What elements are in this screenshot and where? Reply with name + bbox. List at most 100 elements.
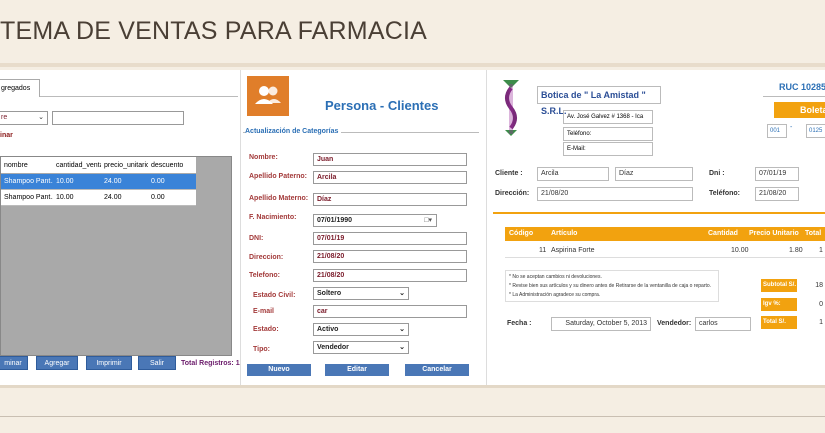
tipo-label: Tipo: [253,346,270,353]
vendedor-field[interactable]: carlos [695,317,751,331]
igv-value: 0 [819,301,823,308]
serie-field[interactable]: 001 [767,124,787,138]
chevron-down-icon: ⌄ [399,326,405,333]
chevron-down-icon: ⌄ [399,344,405,351]
nacimiento-field[interactable]: 07/01/1990 □▾ [313,214,437,227]
persona-form-panel: Persona - Clientes Actualización de Cate… [240,70,480,385]
grid-header: nombre cantidad_venta precio_unitario de… [1,157,196,174]
agregar-button[interactable]: Agregar [36,356,78,370]
chevron-down-icon: ⌄ [399,290,405,297]
subtotal-value: 18 [815,282,823,289]
company-address: Av. José Galvez # 1368 - Ica [563,110,653,124]
imprimir-button[interactable]: Imprimir [86,356,132,370]
calendar-icon[interactable]: □▾ [424,215,432,226]
filter-select-value: re [1,114,8,121]
apellido-paterno-field[interactable]: Arcila [313,171,467,184]
cliente-apellido-field[interactable]: Díaz [615,167,693,181]
company-name: Botica de " La Amistad " S.R.L. [537,86,661,116]
cell-nombre: Shampoo Pant... [4,194,53,201]
dni-label: DNI: [249,235,264,242]
th-precio: Precio Unitario [749,230,799,237]
editar-button[interactable]: Editar [325,364,389,376]
col-cantidad[interactable]: cantidad_venta [53,157,101,173]
table-row[interactable]: Shampoo Pant... 10.00 24.00 0.00 [1,174,196,190]
tipo-select[interactable]: Vendedor ⌄ [313,341,409,354]
estado-value: Activo [317,326,339,333]
email-field[interactable]: car [313,305,467,318]
th-total: Total [805,230,822,237]
col-nombre[interactable]: nombre [1,157,53,173]
cell-total: 1 [819,247,823,254]
chevron-down-icon: ⌄ [38,114,44,121]
apellido-materno-field[interactable]: Díaz [313,193,467,206]
th-codigo: Código [509,230,534,237]
dni-field[interactable]: 07/01/19 [755,167,799,181]
tab-agregados[interactable]: gregados [0,79,40,97]
nacimiento-label: F. Nacimiento: [249,214,297,221]
estado-civil-value: Soltero [317,290,342,297]
company-email: E-Mail: [563,142,653,156]
form-header: Persona - Clientes [325,98,439,113]
cell-articulo: Aspirina Forte [551,247,595,254]
nombre-label: Nombre: [249,154,278,161]
footer-divider [0,416,825,417]
estado-civil-select[interactable]: Soltero ⌄ [313,287,409,300]
company-telefono: Teléfono: [563,127,653,141]
estado-label: Estado: [253,326,279,333]
total-label: Total S/. [761,316,797,329]
col-descuento[interactable]: descuento [148,157,196,173]
th-articulo: Artículo [551,230,578,237]
cell-cantidad: 10.00 [56,194,74,201]
boleta-panel: Botica de " La Amistad " S.R.L. Av. José… [486,70,825,385]
cancelar-button[interactable]: Cancelar [405,364,469,376]
telefono-field[interactable]: 21/08/20 [755,187,799,201]
note-line: * Revise bien sus artículos y su dinero … [509,283,712,289]
screenshot-collage: gregados re ⌄ inar nombre cantidad_venta… [0,70,825,388]
cliente-nombre-field[interactable]: Arcila [537,167,609,181]
cell-precio: 24.00 [104,194,122,201]
direccion-field[interactable]: 21/08/20 [313,250,467,263]
email-label: E-mail [253,308,275,315]
tipo-value: Vendedor [317,344,349,351]
pharmacy-logo [501,78,521,138]
cell-descuento: 0.00 [151,194,165,201]
nacimiento-value: 07/01/1990 [317,217,353,224]
table-row[interactable]: Shampoo Pant... 10.00 24.00 0.00 [1,190,196,206]
telefono-field[interactable]: 21/08/20 [313,269,467,282]
eliminar-link[interactable]: inar [0,132,13,139]
search-input[interactable] [52,111,184,125]
direccion-label: Dirección: [495,190,530,197]
fecha-label: Fecha : [507,320,532,327]
ruc-number: RUC 1028591 [779,82,825,92]
page-title: TEMA DE VENTAS PARA FARMACIA [0,17,427,45]
cell-cantidad: 10.00 [731,247,749,254]
numero-field[interactable]: 0125 [806,124,825,138]
title-divider [0,63,825,67]
cell-precio: 1.80 [789,247,803,254]
table-row[interactable]: 11 Aspirina Forte 10.00 1.80 1 [505,244,825,258]
telefono-label: Teléfono: [709,190,740,197]
product-list-panel: gregados re ⌄ inar nombre cantidad_venta… [0,70,247,385]
salir-button[interactable]: Salir [138,356,176,370]
vendedor-label: Vendedor: [657,320,692,327]
igv-label: Igv %: [761,298,797,311]
dni-field[interactable]: 07/01/19 [313,232,467,245]
items-grid[interactable]: nombre cantidad_venta precio_unitario de… [0,156,232,356]
direccion-label: Direccion: [249,254,284,261]
doc-type-badge: Boleta [774,102,825,118]
nuevo-button[interactable]: Nuevo [247,364,311,376]
estado-select[interactable]: Activo ⌄ [313,323,409,336]
cell-precio: 24.00 [104,178,122,185]
filter-select[interactable]: re ⌄ [0,111,48,125]
nombre-field[interactable]: Juan [313,153,467,166]
cell-nombre: Shampoo Pant... [4,178,53,185]
cliente-label: Cliente : [495,170,523,177]
col-precio[interactable]: precio_unitario [101,157,148,173]
subtotal-label: Subtotal S/. [761,279,797,292]
section-title: Actualización de Categorías [245,128,342,135]
items-table-header: Código Artículo Cantidad Precio Unitario… [505,227,825,241]
eliminar-button[interactable]: minar [0,356,28,370]
fecha-field[interactable]: Saturday, October 5, 2013 [551,317,651,331]
users-icon [247,76,289,116]
direccion-field[interactable]: 21/08/20 [537,187,693,201]
